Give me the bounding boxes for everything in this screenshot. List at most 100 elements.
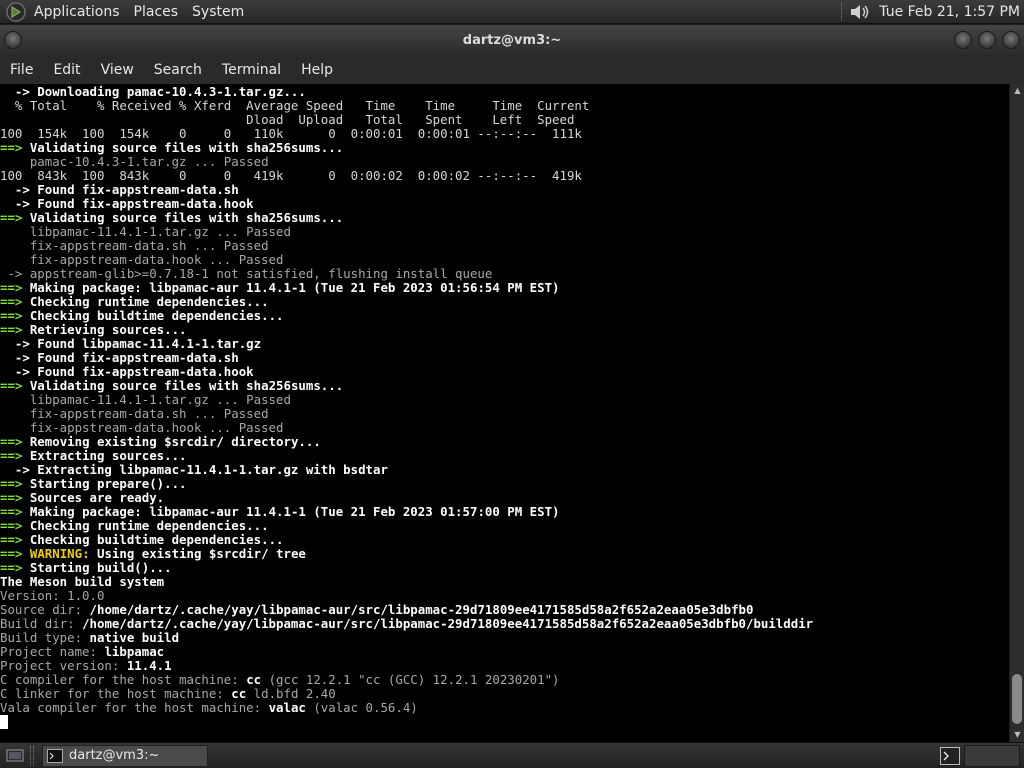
terminal-menubar: File Edit View Search Terminal Help xyxy=(0,55,1024,84)
terminal-text: WARNING: xyxy=(29,546,90,561)
menu-view[interactable]: View xyxy=(95,62,140,78)
terminal-text: fix-appstream-data.sh ... Passed xyxy=(0,406,269,421)
terminal-text: -> Found fix-appstream-data.hook xyxy=(0,196,254,211)
terminal-output[interactable]: -> Downloading pamac-10.4.3-1.tar.gz... … xyxy=(0,84,1009,742)
terminal-text: libpamac-11.4.1-1.tar.gz ... Passed xyxy=(0,392,291,407)
terminal-line: ==> Validating source files with sha256s… xyxy=(0,141,1009,155)
terminal-text: ==> xyxy=(0,322,23,337)
terminal-text: (gcc 12.2.1 "cc (GCC) 12.2.1 20230201") xyxy=(261,672,560,687)
terminal-text: cc xyxy=(231,686,247,701)
terminal-line: ==> Starting build()... xyxy=(0,561,1009,575)
terminal-text: Project version: xyxy=(0,658,127,673)
terminal-text: The Meson build system xyxy=(0,574,165,589)
terminal-text: ==> xyxy=(0,476,23,491)
mate-logo-icon[interactable] xyxy=(6,1,26,22)
taskbar-item-label: dartz@vm3:~ xyxy=(69,748,160,763)
terminal-text: valac xyxy=(268,700,306,715)
terminal-text: pamac-10.4.3-1.tar.gz ... Passed xyxy=(0,154,269,169)
terminal-scrollbar[interactable]: ▲ ▼ xyxy=(1009,84,1024,742)
terminal-line: -> Found fix-appstream-data.sh xyxy=(0,183,1009,197)
menu-search[interactable]: Search xyxy=(148,62,208,78)
terminal-text: -> appstream-glib>=0.7.18-1 not satisfie… xyxy=(0,266,493,281)
minimize-button[interactable] xyxy=(954,31,972,49)
volume-icon[interactable] xyxy=(849,2,871,22)
terminal-text: Vala compiler for the host machine: xyxy=(0,700,269,715)
terminal-text: ==> xyxy=(0,546,23,561)
terminal-line: ==> Starting prepare()... xyxy=(0,477,1009,491)
menu-terminal[interactable]: Terminal xyxy=(216,62,287,78)
terminal-line: ==> Checking buildtime dependencies... xyxy=(0,533,1009,547)
menu-file[interactable]: File xyxy=(4,62,39,78)
terminal-line: C compiler for the host machine: cc (gcc… xyxy=(0,673,1009,687)
taskbar-terminal-item[interactable]: dartz@vm3:~ xyxy=(42,744,208,767)
terminal-text: (valac 0.56.4) xyxy=(305,700,418,715)
terminal-line: -> appstream-glib>=0.7.18-1 not satisfie… xyxy=(0,267,1009,281)
close-button[interactable] xyxy=(1002,31,1020,49)
terminal-text: Validating source files with sha256sums.… xyxy=(22,210,344,225)
system-menu[interactable]: System xyxy=(192,4,254,20)
terminal-line: libpamac-11.4.1-1.tar.gz ... Passed xyxy=(0,393,1009,407)
terminal-text: ==> xyxy=(0,140,23,155)
terminal-text: 100 154k 100 154k 0 0 110k 0 0:00:01 0:0… xyxy=(0,126,582,141)
terminal-text: ==> xyxy=(0,294,23,309)
prompt-line xyxy=(0,715,1009,729)
scroll-up-icon[interactable]: ▲ xyxy=(1010,84,1024,98)
terminal-line: Build type: native build xyxy=(0,631,1009,645)
terminal-text: Validating source files with sha256sums.… xyxy=(22,378,344,393)
places-menu[interactable]: Places xyxy=(134,4,189,20)
terminal-line: ==> Making package: libpamac-aur 11.4.1-… xyxy=(0,281,1009,295)
menu-edit[interactable]: Edit xyxy=(47,62,86,78)
terminal-text: -> Downloading pamac-10.4.3-1.tar.gz... xyxy=(0,84,306,99)
terminal-text: native build xyxy=(89,630,180,645)
terminal-text: C linker for the host machine: xyxy=(0,686,232,701)
terminal-text: Checking buildtime dependencies... xyxy=(22,532,284,547)
terminal-line: 100 154k 100 154k 0 0 110k 0 0:00:01 0:0… xyxy=(0,127,1009,141)
terminal-text: /home/dartz/.cache/yay/libpamac-aur/src/… xyxy=(82,616,814,631)
panel-separator xyxy=(841,2,843,21)
terminal-text: Project name: xyxy=(0,644,105,659)
window-menu-button[interactable] xyxy=(4,31,22,49)
window-title: dartz@vm3:~ xyxy=(462,32,562,48)
window-titlebar[interactable]: dartz@vm3:~ xyxy=(0,25,1024,55)
show-desktop-icon[interactable] xyxy=(6,747,24,765)
terminal-lines: -> Downloading pamac-10.4.3-1.tar.gz... … xyxy=(0,85,1009,715)
panel-clock[interactable]: Tue Feb 21, 1:57 PM xyxy=(879,4,1020,20)
terminal-line: libpamac-11.4.1-1.tar.gz ... Passed xyxy=(0,225,1009,239)
terminal-launcher-icon[interactable] xyxy=(940,746,960,765)
terminal-line: C linker for the host machine: cc ld.bfd… xyxy=(0,687,1009,701)
terminal-text: Dload Upload Total Spent Left Speed xyxy=(0,112,575,127)
terminal-line: ==> WARNING: Using existing $srcdir/ tre… xyxy=(0,547,1009,561)
workspace-switcher[interactable] xyxy=(964,744,1020,767)
terminal-text: -> Found fix-appstream-data.sh xyxy=(0,182,239,197)
bottom-panel: dartz@vm3:~ xyxy=(0,742,1024,768)
terminal-line: ==> Extracting sources... xyxy=(0,449,1009,463)
terminal-text: fix-appstream-data.hook ... Passed xyxy=(0,252,284,267)
terminal-text: fix-appstream-data.sh ... Passed xyxy=(0,238,269,253)
terminal-text: Making package: libpamac-aur 11.4.1-1 (T… xyxy=(22,280,560,295)
terminal-text: C compiler for the host machine: xyxy=(0,672,247,687)
terminal-line: Vala compiler for the host machine: vala… xyxy=(0,701,1009,715)
menu-help[interactable]: Help xyxy=(295,62,339,78)
terminal-line: ==> Sources are ready. xyxy=(0,491,1009,505)
maximize-button[interactable] xyxy=(978,31,996,49)
scrollbar-thumb[interactable] xyxy=(1012,674,1022,724)
applications-menu[interactable]: Applications xyxy=(34,4,130,20)
terminal-line: Dload Upload Total Spent Left Speed xyxy=(0,113,1009,127)
terminal-text: Build type: xyxy=(0,630,90,645)
terminal-text: ==> xyxy=(0,518,23,533)
terminal-text: -> Found libpamac-11.4.1-1.tar.gz xyxy=(0,336,262,351)
panel-separator xyxy=(30,745,34,766)
terminal-text: Starting prepare()... xyxy=(22,476,187,491)
terminal-text: libpamac xyxy=(104,644,165,659)
terminal-line: ==> Checking buildtime dependencies... xyxy=(0,309,1009,323)
terminal-line: pamac-10.4.3-1.tar.gz ... Passed xyxy=(0,155,1009,169)
terminal-text: Removing existing $srcdir/ directory... xyxy=(22,434,321,449)
terminal-text: -> Found fix-appstream-data.sh xyxy=(0,350,239,365)
terminal-text: /home/dartz/.cache/yay/libpamac-aur/src/… xyxy=(89,602,754,617)
terminal-text: ==> xyxy=(0,210,23,225)
scroll-down-icon[interactable]: ▼ xyxy=(1010,728,1024,742)
terminal-line: Project version: 11.4.1 xyxy=(0,659,1009,673)
terminal-line: -> Found fix-appstream-data.sh xyxy=(0,351,1009,365)
terminal-text: fix-appstream-data.hook ... Passed xyxy=(0,420,284,435)
